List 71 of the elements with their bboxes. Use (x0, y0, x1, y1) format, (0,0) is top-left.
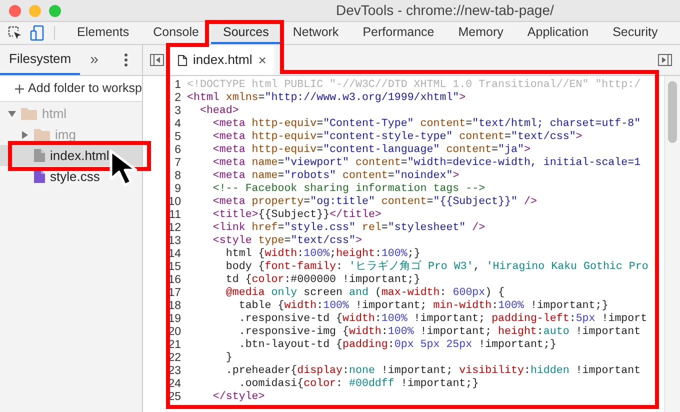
collapsed-arrow-icon[interactable] (21, 130, 29, 138)
panel-tab[interactable]: Console (141, 22, 211, 44)
panel-tab[interactable]: Application (515, 22, 601, 44)
code-line: <html xmlns="http://www.w3.org/1999/xhtml"> (187, 92, 466, 105)
line-number: 11 (168, 209, 181, 222)
file-icon (34, 149, 45, 162)
code-line: .responsive-img {width:100% !important; height:auto !important (238, 326, 641, 339)
line-number: 10 (167, 196, 181, 209)
code-line: <meta property="og:title" content="{{Subject}}" /> (212, 196, 537, 209)
tree-item[interactable]: index.html (0, 145, 142, 166)
device-toolbar-icon[interactable] (30, 25, 44, 41)
line-number: 8 (174, 170, 181, 183)
more-tabs-button[interactable]: » (90, 48, 98, 72)
code-line: .oomidasi{color: #00ddff !important;} (238, 378, 479, 391)
menu-icon[interactable] (124, 53, 128, 67)
line-number: 16 (167, 274, 181, 287)
folder-icon (34, 128, 50, 141)
panel-tab[interactable]: Security (600, 22, 670, 44)
line-number: 1 (174, 79, 181, 92)
code-line: <link href="style.css" rel="stylesheet" /> (212, 222, 486, 235)
code-line: <!-- Facebook sharing information tags --> (212, 183, 486, 196)
panel-tab[interactable]: Performance (350, 22, 446, 44)
file-tab[interactable]: index.html × (170, 45, 274, 75)
code-line: .preheader{display:none !important; visibility:hidden !important (224, 365, 641, 378)
code-line: <meta http-equiv="content-style-type" content="text/css"> (212, 131, 582, 144)
line-number: 4 (174, 118, 181, 131)
code-line: <!DOCTYPE html PUBLIC "-//W3C//DTD XHTML 1.0 Transitional//EN" "http:/ (187, 79, 641, 92)
close-tab-button[interactable]: × (258, 50, 266, 70)
line-number: 3 (174, 105, 181, 118)
plus-icon (15, 84, 24, 94)
code-line: <meta name="viewport" content="width=device-width, initial-scale=1 (212, 157, 641, 170)
tree-item[interactable]: style.css (0, 166, 104, 187)
line-number: 2 (174, 92, 181, 105)
line-number: 15 (167, 261, 181, 274)
line-number: 5 (174, 131, 181, 144)
file-icon (178, 54, 187, 66)
panel-tab[interactable]: Network (280, 22, 351, 44)
window-title: DevTools - chrome://new-tab-page/ (336, 1, 554, 20)
code-line: <style type="text/css"> (212, 235, 362, 248)
line-number: 7 (174, 157, 181, 170)
inspect-element-icon[interactable] (8, 26, 22, 40)
line-number: 13 (167, 235, 181, 248)
file-icon (34, 170, 45, 183)
panel-tab[interactable]: Sources (210, 22, 281, 44)
code-line: </style> (212, 391, 265, 404)
code-line: .btn-layout-td {padding:0px 5px 25px !important;} (238, 339, 556, 352)
code-line: td {color:#000000 !important;} (224, 274, 420, 287)
line-number: 18 (167, 300, 181, 313)
line-number: 19 (167, 313, 181, 326)
code-line: body {font-family: 'ヒラギノ角ゴ Pro W3', 'Hiragino Kaku Gothic Pro (224, 261, 648, 274)
expanded-arrow-icon[interactable] (8, 110, 16, 118)
code-line: .responsive-td {width:100% !important; padding-left:5px !import (238, 313, 648, 326)
code-line: <head> (198, 105, 239, 118)
code-line: <meta http-equiv="Content-Type" content="text/html; charset=utf-8" (212, 118, 641, 131)
line-number: 6 (174, 144, 181, 157)
code-line: html {width:100%;height:100%;} (224, 248, 420, 260)
code-line: } (224, 352, 232, 365)
code-line: <meta name="robots" content="noindex"> (212, 170, 460, 183)
code-line: <meta http-equiv="content-language" content="ja"> (212, 144, 530, 157)
code-line: <title>{{Subject}}</title> (212, 209, 382, 222)
sidebar-toggle-icon[interactable] (658, 54, 672, 66)
folder-icon (21, 107, 37, 120)
line-number: 9 (174, 183, 181, 196)
close-window-button[interactable] (9, 4, 21, 16)
panel-tab[interactable]: Elements (65, 22, 142, 44)
scrollbar-thumb[interactable] (668, 81, 677, 143)
add-folder-button[interactable]: Add folder to worksp (0, 76, 142, 102)
code-line: table {width:100% !important; min-width:100% !important;} (238, 300, 608, 313)
panel-tab[interactable]: Memory (446, 22, 516, 44)
code-line: @media only screen and (max-width: 600px) { (224, 287, 505, 300)
sidebar-toggle-icon[interactable] (150, 54, 164, 66)
